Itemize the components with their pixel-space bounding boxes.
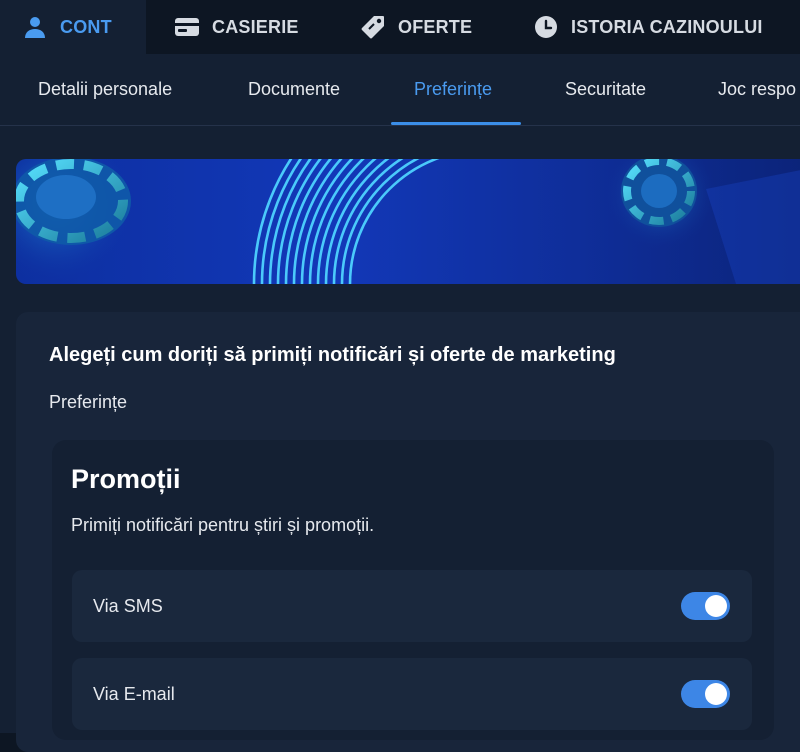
tab-label: CONT — [60, 16, 112, 37]
subtab-detalii-personale[interactable]: Detalii personale — [38, 54, 172, 125]
subtab-preferinte[interactable]: Preferințe — [414, 54, 492, 125]
account-subnav: Detalii personale Documente Preferințe S… — [0, 54, 800, 126]
notification-preferences-card: Alegeți cum doriți să primiți notificări… — [16, 312, 800, 752]
clock-icon — [533, 14, 559, 40]
tab-label: ISTORIA CAZINOULUI — [571, 16, 763, 37]
preferences-heading: Alegeți cum doriți să primiți notificări… — [49, 344, 616, 366]
toggle-knob — [705, 595, 727, 617]
tag-icon — [360, 14, 386, 40]
email-toggle[interactable] — [681, 680, 730, 708]
subtab-documente[interactable]: Documente — [248, 54, 340, 125]
active-tab-indicator — [391, 122, 521, 125]
promotions-title: Promoții — [71, 464, 181, 494]
toggle-knob — [705, 683, 727, 705]
card-icon — [174, 14, 200, 40]
tab-cont[interactable]: CONT — [0, 0, 146, 54]
tab-oferte[interactable]: OFERTE — [360, 0, 472, 54]
tab-label: OFERTE — [398, 16, 473, 37]
subtab-joc-responsabil[interactable]: Joc respo — [718, 54, 796, 125]
main-content: Alegeți cum doriți să primiți notificări… — [0, 126, 800, 752]
user-icon — [22, 14, 48, 40]
tab-istoria-cazinoului[interactable]: ISTORIA CAZINOULUI — [533, 0, 763, 54]
preferences-subtitle: Preferințe — [49, 392, 128, 412]
promo-banner-image — [16, 159, 800, 284]
tab-casierie[interactable]: CASIERIE — [174, 0, 299, 54]
top-navigation: CONT CASIERIE OFERTE ISTORIA CAZINOULUI — [0, 0, 800, 54]
sms-toggle[interactable] — [681, 592, 730, 620]
subtab-securitate[interactable]: Securitate — [565, 54, 646, 125]
tab-label: CASIERIE — [212, 16, 299, 37]
option-label: Via SMS — [93, 595, 163, 616]
promotions-section: Promoții Primiți notificări pentru știri… — [52, 440, 774, 740]
promotions-description: Primiți notificări pentru știri și promo… — [71, 515, 375, 535]
option-via-sms: Via SMS — [72, 570, 752, 642]
option-via-email: Via E-mail — [72, 658, 752, 730]
option-label: Via E-mail — [93, 683, 175, 704]
